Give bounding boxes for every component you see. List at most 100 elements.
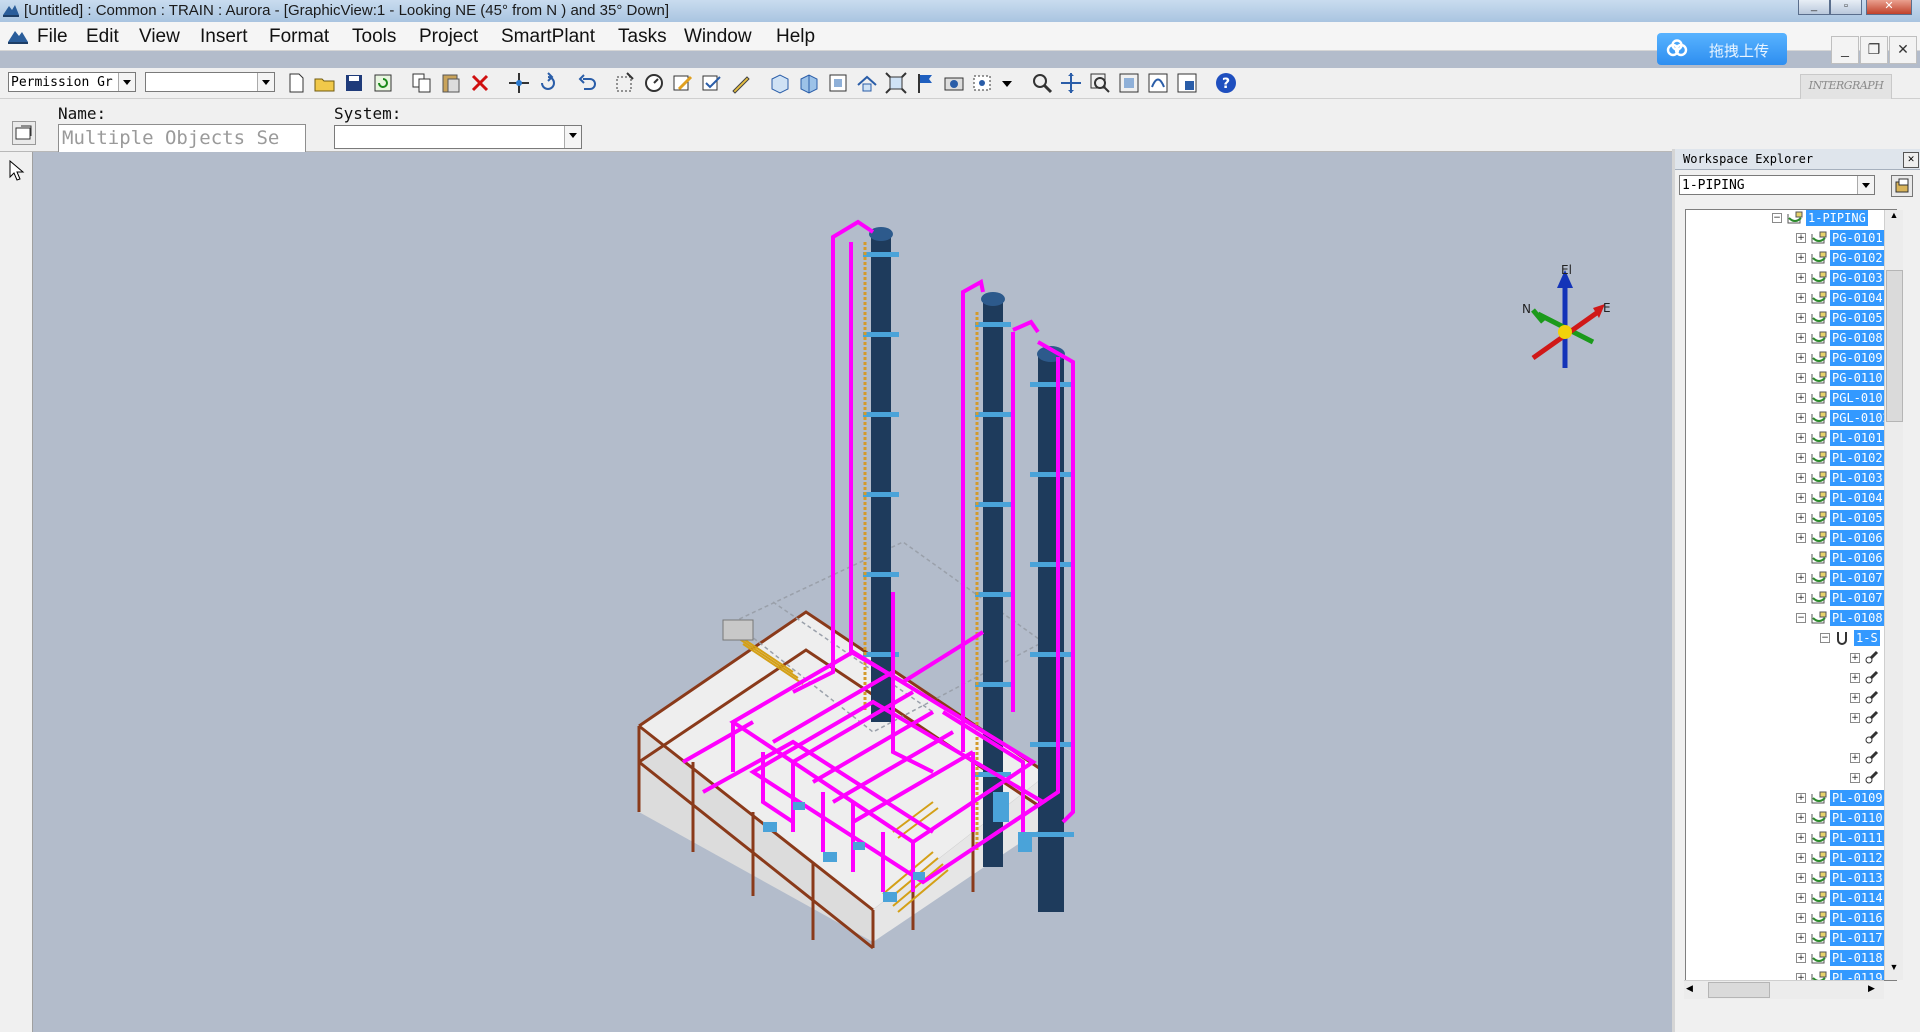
menu-tools[interactable]: Tools (352, 26, 396, 48)
scroll-up-icon[interactable]: ▲ (1885, 210, 1903, 226)
scroll-down-icon[interactable]: ▼ (1885, 962, 1903, 978)
expand-icon[interactable]: + (1796, 353, 1806, 363)
expand-icon[interactable]: + (1796, 373, 1806, 383)
active-filter-combo[interactable] (145, 72, 275, 92)
expand-icon[interactable]: + (1796, 493, 1806, 503)
help-icon[interactable]: ? (1214, 71, 1238, 95)
expand-icon[interactable]: + (1850, 713, 1860, 723)
camera-icon[interactable] (942, 71, 966, 95)
expand-icon[interactable]: + (1796, 273, 1806, 283)
rotate-icon[interactable] (536, 71, 560, 95)
chevron-down-icon[interactable] (995, 71, 1012, 95)
expand-icon[interactable]: + (1796, 813, 1806, 823)
tree-row[interactable]: + PL-0114 (1686, 890, 1896, 906)
flag-icon[interactable] (913, 71, 937, 95)
tree-row[interactable]: + (1686, 650, 1896, 666)
expand-icon[interactable]: + (1796, 533, 1806, 543)
expand-icon[interactable]: + (1796, 853, 1806, 863)
expand-icon[interactable]: + (1796, 913, 1806, 923)
fit-icon[interactable] (884, 71, 908, 95)
tree-row[interactable]: + PL-0106 (1686, 530, 1896, 546)
measure-icon[interactable] (642, 71, 666, 95)
collapse-icon[interactable]: − (1772, 213, 1782, 223)
explorer-tree[interactable]: −1-PIPING + PG-0101 + PG-0102 + PG-0103 + PG-010… (1685, 209, 1897, 981)
tree-row[interactable]: + PL-0107 (1686, 570, 1896, 586)
select-pointer-icon[interactable] (8, 160, 26, 182)
tree-row[interactable]: − PL-0108 (1686, 610, 1896, 626)
expand-icon[interactable]: + (1796, 433, 1806, 443)
expand-icon[interactable]: + (1796, 793, 1806, 803)
tree-row[interactable]: + PL-0110 (1686, 810, 1896, 826)
paste-icon[interactable] (439, 71, 463, 95)
tree-row[interactable]: + PL-0117 (1686, 930, 1896, 946)
tree-vertical-scrollbar[interactable]: ▲ ▼ (1884, 210, 1903, 980)
new-icon[interactable] (284, 71, 308, 95)
tree-row[interactable]: + PL-0118 (1686, 950, 1896, 966)
tree-row[interactable]: PL-0106 (1686, 550, 1896, 566)
tree-row[interactable]: + PG-0103 (1686, 270, 1896, 286)
tree-row[interactable]: + PGL-0102 (1686, 410, 1896, 426)
collapse-icon[interactable]: − (1796, 613, 1806, 623)
expand-icon[interactable]: + (1796, 513, 1806, 523)
scroll-thumb[interactable] (1886, 270, 1903, 422)
filter-properties-button[interactable] (1891, 175, 1913, 197)
tree-row[interactable]: + (1686, 710, 1896, 726)
expand-icon[interactable]: + (1796, 233, 1806, 243)
tree-row[interactable]: + PL-0112 (1686, 850, 1896, 866)
mdi-restore-button[interactable]: ❐ (1860, 36, 1888, 64)
menu-smartplant[interactable]: SmartPlant (501, 26, 595, 48)
menu-edit[interactable]: Edit (86, 26, 119, 48)
tree-row[interactable]: + PG-0105 (1686, 310, 1896, 326)
menu-format[interactable]: Format (269, 26, 329, 48)
tree-row[interactable]: + PG-0108 (1686, 330, 1896, 346)
menu-file[interactable]: File (37, 26, 68, 48)
name-input[interactable]: Multiple Objects Se (58, 124, 306, 152)
hscroll-thumb[interactable] (1708, 982, 1770, 998)
window-view-icon[interactable] (1175, 71, 1199, 95)
menu-project[interactable]: Project (419, 26, 478, 48)
menu-tasks[interactable]: Tasks (618, 26, 667, 48)
chevron-down-icon[interactable] (564, 126, 581, 148)
expand-icon[interactable]: + (1850, 673, 1860, 683)
tree-row[interactable]: + PL-0107 (1686, 590, 1896, 606)
expand-icon[interactable]: + (1796, 293, 1806, 303)
tree-row[interactable]: + PL-0105 (1686, 510, 1896, 526)
tree-row[interactable] (1686, 730, 1896, 746)
edit-sketch-icon[interactable] (671, 71, 695, 95)
tree-row[interactable]: + PL-0113 (1686, 870, 1896, 886)
orbit-icon[interactable] (1146, 71, 1170, 95)
menu-window[interactable]: Window (684, 26, 752, 48)
tree-row[interactable]: + PL-0116 (1686, 910, 1896, 926)
upload-button[interactable]: 拖拽上传 (1657, 33, 1787, 65)
view-iso-icon[interactable] (797, 71, 821, 95)
tree-row[interactable]: − 1-PIPING (1686, 210, 1896, 226)
expand-icon[interactable]: + (1796, 933, 1806, 943)
tree-row[interactable]: + PL-0102 (1686, 450, 1896, 466)
explorer-filter-combo[interactable]: 1-PIPING (1679, 175, 1875, 195)
tree-row[interactable]: + PG-0110 (1686, 370, 1896, 386)
expand-icon[interactable]: + (1796, 333, 1806, 343)
menu-view[interactable]: View (139, 26, 180, 48)
save-icon[interactable] (342, 71, 366, 95)
expand-icon[interactable]: + (1796, 253, 1806, 263)
zoom-icon[interactable] (1030, 71, 1054, 95)
tree-row[interactable]: + PL-0111 (1686, 830, 1896, 846)
view-top-icon[interactable] (855, 71, 879, 95)
expand-icon[interactable]: + (1850, 653, 1860, 663)
expand-icon[interactable]: + (1850, 753, 1860, 763)
tree-row[interactable]: + PG-0102 (1686, 250, 1896, 266)
maximize-window-button[interactable]: ▫ (1830, 0, 1862, 15)
close-window-button[interactable]: ✕ (1866, 0, 1912, 15)
expand-icon[interactable]: + (1850, 693, 1860, 703)
scroll-right-icon[interactable]: ▶ (1868, 983, 1875, 994)
tree-row[interactable]: + PL-0104 (1686, 490, 1896, 506)
view-front-icon[interactable] (768, 71, 792, 95)
open-folder-icon[interactable] (313, 71, 337, 95)
minimize-window-button[interactable]: _ (1798, 0, 1830, 15)
copy-icon[interactable] (410, 71, 434, 95)
graphic-view[interactable]: El N E (33, 152, 1669, 1032)
tree-row[interactable]: + PGL-0101 (1686, 390, 1896, 406)
view-options-icon[interactable] (971, 71, 995, 95)
tree-horizontal-scrollbar[interactable]: ◀ ▶ (1684, 980, 1884, 999)
pencil-icon[interactable] (729, 71, 753, 95)
